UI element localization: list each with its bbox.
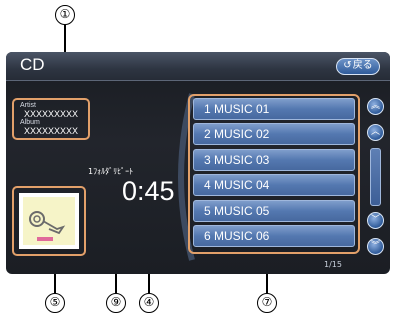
artist-value: XXXXXXXXX <box>24 109 79 119</box>
album-art-frame <box>12 186 86 256</box>
scroll-up-chevron-icon[interactable]: ︿ <box>367 124 384 141</box>
track-info-panel: Artist XXXXXXXXX Album XXXXXXXXX <box>12 98 90 140</box>
page-indicator: 1/15 <box>324 260 342 269</box>
scrollbar[interactable] <box>370 148 381 206</box>
back-button-label: 戻る <box>352 60 373 71</box>
source-title: CD <box>20 55 45 74</box>
back-button[interactable]: ↺戻る <box>336 58 380 75</box>
track-row[interactable]: 4 MUSIC 04 <box>193 174 355 197</box>
callout-4: ④ <box>139 293 159 313</box>
cd-screen: CD ↺戻る Artist XXXXXXXXX Album XXXXXXXXX … <box>6 52 390 274</box>
callout-9: ⑨ <box>106 293 126 313</box>
track-row[interactable]: 5 MUSIC 05 <box>193 199 355 222</box>
track-row[interactable]: 3 MUSIC 03 <box>193 148 355 171</box>
page-down-double-chevron-icon[interactable]: ︾ <box>367 238 384 255</box>
scroll-down-chevron-icon[interactable]: ﹀ <box>367 212 384 229</box>
track-row[interactable]: 2 MUSIC 02 <box>193 123 355 146</box>
album-art-icon <box>19 193 79 249</box>
page-up-double-chevron-icon[interactable]: ︽ <box>367 98 384 115</box>
track-row[interactable]: 6 MUSIC 06 <box>193 224 355 247</box>
callout-5: ⑤ <box>45 293 65 313</box>
track-list: 1 MUSIC 01 2 MUSIC 02 3 MUSIC 03 4 MUSIC… <box>188 94 360 254</box>
callout-1: ① <box>55 5 75 25</box>
title-bar: CD ↺戻る <box>6 52 390 81</box>
album-value: XXXXXXXXX <box>24 126 79 136</box>
callout-7: ⑦ <box>257 293 277 313</box>
return-arrow-icon: ↺ <box>343 60 352 71</box>
track-row[interactable]: 1 MUSIC 01 <box>193 98 355 120</box>
